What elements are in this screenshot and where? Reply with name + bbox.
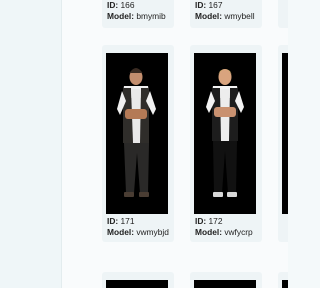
skin-card-partial[interactable] xyxy=(190,272,262,288)
skin-card-partial[interactable] xyxy=(278,45,288,242)
skin-id: 167 xyxy=(208,0,223,10)
skin-meta: ID: 171 Model: vwmybjd xyxy=(107,216,169,237)
skin-preview-image xyxy=(106,280,168,288)
skin-card-172[interactable]: ID: 172 Model: vwfycrp xyxy=(190,45,262,242)
skin-model: vwfycrp xyxy=(224,227,253,237)
skin-meta: ID: 172 Model: vwfycrp xyxy=(195,216,253,237)
skin-card-partial[interactable] xyxy=(102,272,174,288)
skin-meta: ID: 167 Model: wmybell xyxy=(195,0,255,21)
skin-id: 172 xyxy=(208,216,223,226)
skin-preview-image xyxy=(106,53,168,214)
character-figure xyxy=(117,68,156,197)
skin-id: 171 xyxy=(120,216,135,226)
skin-preview-image xyxy=(194,53,256,214)
skin-model: vwmybjd xyxy=(136,227,169,237)
skin-card-171[interactable]: ID: 171 Model: vwmybjd xyxy=(102,45,174,242)
skin-preview-image xyxy=(282,53,288,214)
skin-gallery: ID: 166 Model: bmymib ID: 167 Model: wmy… xyxy=(62,0,288,288)
skin-card-166[interactable]: ID: 166 Model: bmymib xyxy=(102,0,174,28)
skin-model: bmymib xyxy=(136,11,166,21)
skin-model: wmybell xyxy=(224,11,255,21)
skin-id: 166 xyxy=(120,0,135,10)
skin-card-partial[interactable] xyxy=(278,272,288,288)
character-figure xyxy=(206,69,244,197)
sidebar xyxy=(0,0,62,288)
skin-preview-image xyxy=(194,280,256,288)
skin-card-167[interactable]: ID: 167 Model: wmybell xyxy=(190,0,262,28)
skin-meta: ID: 166 Model: bmymib xyxy=(107,0,166,21)
skin-card-partial[interactable] xyxy=(278,0,288,28)
skin-preview-image xyxy=(282,280,288,288)
